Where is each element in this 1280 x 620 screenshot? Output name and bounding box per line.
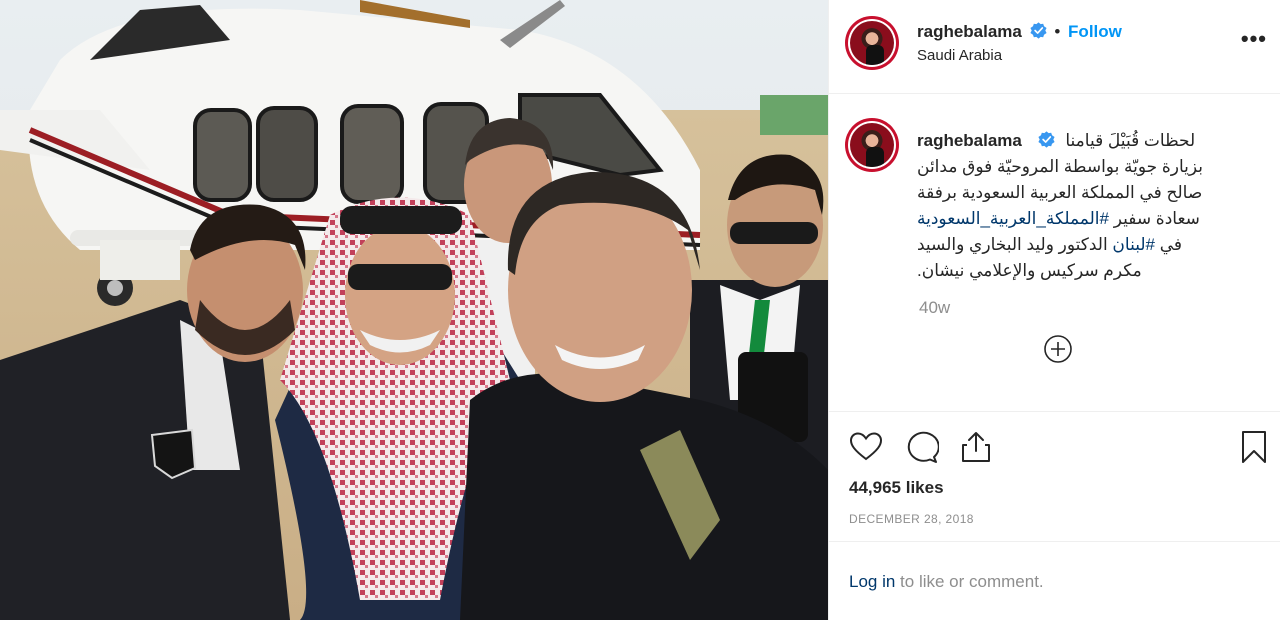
share-icon[interactable] [959, 430, 993, 464]
like-heart-icon[interactable] [849, 430, 883, 464]
post-location[interactable]: Saudi Arabia [917, 47, 1002, 64]
caption-line-text: في [1159, 235, 1183, 254]
caption-line: مكرم سركيس والإعلامي نيشان. [917, 261, 1142, 280]
login-rest-text: to like or comment. [895, 572, 1044, 591]
hashtag-link[interactable]: #لبنان [1112, 235, 1155, 254]
caption-first-line: raghebalama لحظات قُبَيْلَ قيامنا [917, 128, 1239, 154]
caption-line: بزيارة جويّة بواسطة المروحيّة فوق مدائن [917, 157, 1204, 176]
avatar-ring [848, 19, 896, 67]
caption-avatar[interactable] [845, 118, 899, 172]
more-options-icon[interactable]: ••• [1241, 26, 1267, 52]
profile-username[interactable]: raghebalama [917, 22, 1022, 41]
caption-line: في #لبنان الدكتور وليد البخاري والسيد [917, 232, 1239, 258]
header-line: raghebalama • Follow [917, 22, 1122, 42]
caption-line: سعادة سفير #المملكة_العربية_السعودية [917, 206, 1239, 232]
post-image[interactable] [0, 0, 828, 620]
login-prompt: Log in to like or comment. [829, 542, 1280, 620]
profile-avatar[interactable] [845, 16, 899, 70]
verified-badge-icon [1038, 131, 1055, 148]
caption-line: لحظات قُبَيْلَ قيامنا [1065, 131, 1196, 150]
login-text: Log in to like or comment. [849, 572, 1044, 592]
caption-area: raghebalama لحظات قُبَيْلَ قيامنا بزيارة… [829, 94, 1280, 412]
caption-line: صالح في المملكة العربية السعودية برفقة [917, 183, 1203, 202]
comment-icon[interactable] [905, 430, 939, 464]
post-header: raghebalama • Follow Saudi Arabia ••• [829, 0, 1280, 94]
avatar-image [850, 21, 894, 65]
post-actions: 44,965 likes DECEMBER 28, 2018 [829, 412, 1280, 542]
follow-button[interactable]: Follow [1068, 22, 1122, 41]
avatar-image [850, 123, 894, 167]
post-sidebar: raghebalama • Follow Saudi Arabia ••• ra… [828, 0, 1280, 620]
save-bookmark-icon[interactable] [1237, 430, 1271, 464]
caption-username[interactable]: raghebalama [917, 131, 1022, 150]
time-ago[interactable]: 40w [919, 298, 950, 318]
avatar-ring [848, 121, 896, 169]
post-date[interactable]: DECEMBER 28, 2018 [849, 512, 974, 526]
caption-line-text: الدكتور وليد البخاري والسيد [917, 235, 1108, 254]
verified-badge-icon [1030, 22, 1047, 39]
login-link[interactable]: Log in [849, 572, 895, 591]
dot-separator: • [1054, 22, 1061, 41]
likes-count[interactable]: 44,965 likes [849, 478, 944, 498]
hashtag-link[interactable]: #المملكة_العربية_السعودية [917, 209, 1109, 228]
caption-text: raghebalama لحظات قُبَيْلَ قيامنا بزيارة… [917, 128, 1239, 284]
caption-line-text: سعادة سفير [1113, 209, 1200, 228]
post-photo [0, 0, 828, 620]
load-more-comments-icon[interactable] [1043, 334, 1073, 364]
